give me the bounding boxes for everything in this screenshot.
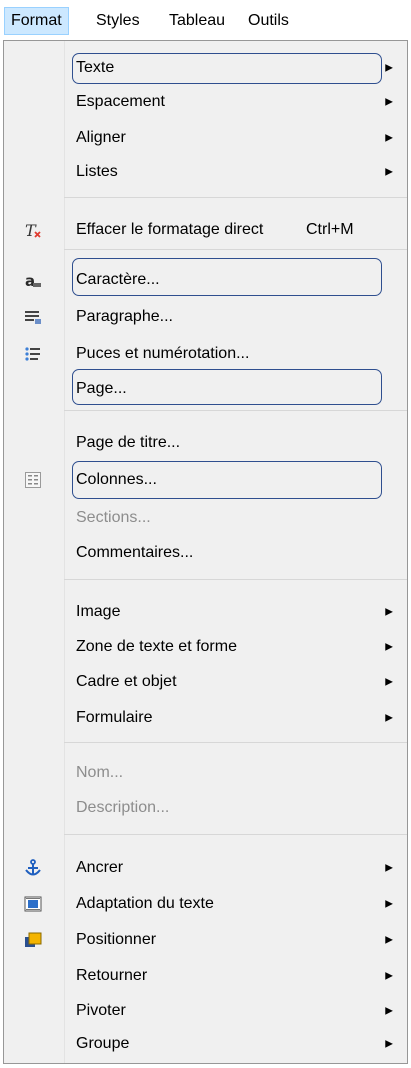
- submenu-arrow-icon: ▶: [385, 970, 393, 982]
- submenu-arrow-icon: ▶: [385, 62, 393, 74]
- highlight-colonnes: [72, 461, 382, 499]
- menu-item-puces[interactable]: Puces et numérotation...: [4, 337, 407, 371]
- label-nom: Nom...: [76, 764, 124, 781]
- menu-item-formulaire[interactable]: Formulaire ▶: [4, 701, 407, 735]
- label-pivoter: Pivoter: [76, 1002, 126, 1019]
- submenu-arrow-icon: ▶: [385, 676, 393, 688]
- label-commentaires: Commentaires...: [76, 544, 194, 561]
- menu-item-retourner[interactable]: Retourner ▶: [4, 959, 407, 993]
- submenu-arrow-icon: ▶: [385, 898, 393, 910]
- label-adaptation: Adaptation du texte: [76, 895, 214, 912]
- menu-item-pivoter[interactable]: Pivoter ▶: [4, 994, 407, 1028]
- menu-item-sections: Sections...: [4, 501, 407, 535]
- menu-item-commentaires[interactable]: Commentaires...: [4, 536, 407, 570]
- separator: [64, 742, 407, 743]
- menu-format[interactable]: Format: [4, 7, 69, 35]
- character-icon: a: [24, 271, 42, 290]
- label-puces: Puces et numérotation...: [76, 345, 250, 362]
- paragraph-icon: [24, 308, 42, 326]
- separator: [64, 834, 407, 835]
- menu-styles[interactable]: Styles: [90, 8, 146, 34]
- submenu-arrow-icon: ▶: [385, 96, 393, 108]
- menu-item-positionner[interactable]: Positionner ▶: [4, 923, 407, 957]
- menu-item-espacement[interactable]: Espacement ▶: [4, 85, 407, 119]
- submenu-arrow-icon: ▶: [385, 166, 393, 178]
- highlight-texte: [72, 53, 382, 84]
- separator: [64, 249, 407, 250]
- menu-item-zone-texte[interactable]: Zone de texte et forme ▶: [4, 630, 407, 664]
- columns-icon: [24, 471, 42, 489]
- label-effacer: Effacer le formatage direct: [76, 221, 264, 238]
- label-aligner: Aligner: [76, 129, 126, 146]
- clear-formatting-icon: T: [24, 221, 42, 240]
- label-espacement: Espacement: [76, 93, 165, 110]
- highlight-caractere: [72, 258, 382, 296]
- submenu-arrow-icon: ▶: [385, 862, 393, 874]
- label-paragraphe: Paragraphe...: [76, 308, 173, 325]
- menu-item-effacer-formatage[interactable]: T Effacer le formatage direct Ctrl+M: [4, 213, 407, 247]
- menu-item-groupe[interactable]: Groupe ▶: [4, 1027, 407, 1061]
- menu-item-cadre[interactable]: Cadre et objet ▶: [4, 665, 407, 699]
- submenu-arrow-icon: ▶: [385, 606, 393, 618]
- submenu-arrow-icon: ▶: [385, 934, 393, 946]
- text-wrap-icon: [24, 895, 42, 913]
- menu-item-ancrer[interactable]: Ancrer ▶: [4, 851, 407, 885]
- separator: [64, 579, 407, 580]
- menu-item-adaptation[interactable]: Adaptation du texte ▶: [4, 887, 407, 921]
- menu-item-aligner[interactable]: Aligner ▶: [4, 121, 407, 155]
- submenu-arrow-icon: ▶: [385, 712, 393, 724]
- arrange-icon: [24, 931, 42, 949]
- label-positionner: Positionner: [76, 931, 157, 948]
- separator: [64, 197, 407, 198]
- format-dropdown-menu: Texte ▶ Espacement ▶ Aligner ▶ Listes ▶ …: [3, 40, 408, 1064]
- submenu-arrow-icon: ▶: [385, 641, 393, 653]
- menu-item-nom: Nom...: [4, 756, 407, 790]
- menu-item-paragraphe[interactable]: Paragraphe...: [4, 300, 407, 334]
- highlight-page: [72, 369, 382, 405]
- shortcut-ctrl-m: Ctrl+M: [306, 221, 354, 238]
- label-image: Image: [76, 603, 121, 620]
- menu-outils[interactable]: Outils: [242, 8, 295, 34]
- bullets-numbering-icon: [24, 345, 42, 363]
- menu-item-listes[interactable]: Listes ▶: [4, 155, 407, 189]
- menu-tableau[interactable]: Tableau: [163, 8, 231, 34]
- anchor-icon: [24, 859, 42, 877]
- label-zone-texte: Zone de texte et forme: [76, 638, 237, 655]
- label-formulaire: Formulaire: [76, 709, 153, 726]
- menu-item-image[interactable]: Image ▶: [4, 595, 407, 629]
- submenu-arrow-icon: ▶: [385, 1038, 393, 1050]
- label-page-titre: Page de titre...: [76, 434, 181, 451]
- label-groupe: Groupe: [76, 1035, 130, 1052]
- submenu-arrow-icon: ▶: [385, 1005, 393, 1017]
- label-description: Description...: [76, 799, 170, 816]
- label-ancrer: Ancrer: [76, 859, 124, 876]
- separator: [64, 410, 407, 411]
- label-cadre: Cadre et objet: [76, 673, 177, 690]
- menu-item-page-titre[interactable]: Page de titre...: [4, 426, 407, 460]
- menu-bar: Format Styles Tableau Outils: [0, 0, 411, 40]
- label-sections: Sections...: [76, 509, 151, 526]
- menu-item-description: Description...: [4, 791, 407, 825]
- label-listes: Listes: [76, 163, 118, 180]
- submenu-arrow-icon: ▶: [385, 132, 393, 144]
- label-retourner: Retourner: [76, 967, 148, 984]
